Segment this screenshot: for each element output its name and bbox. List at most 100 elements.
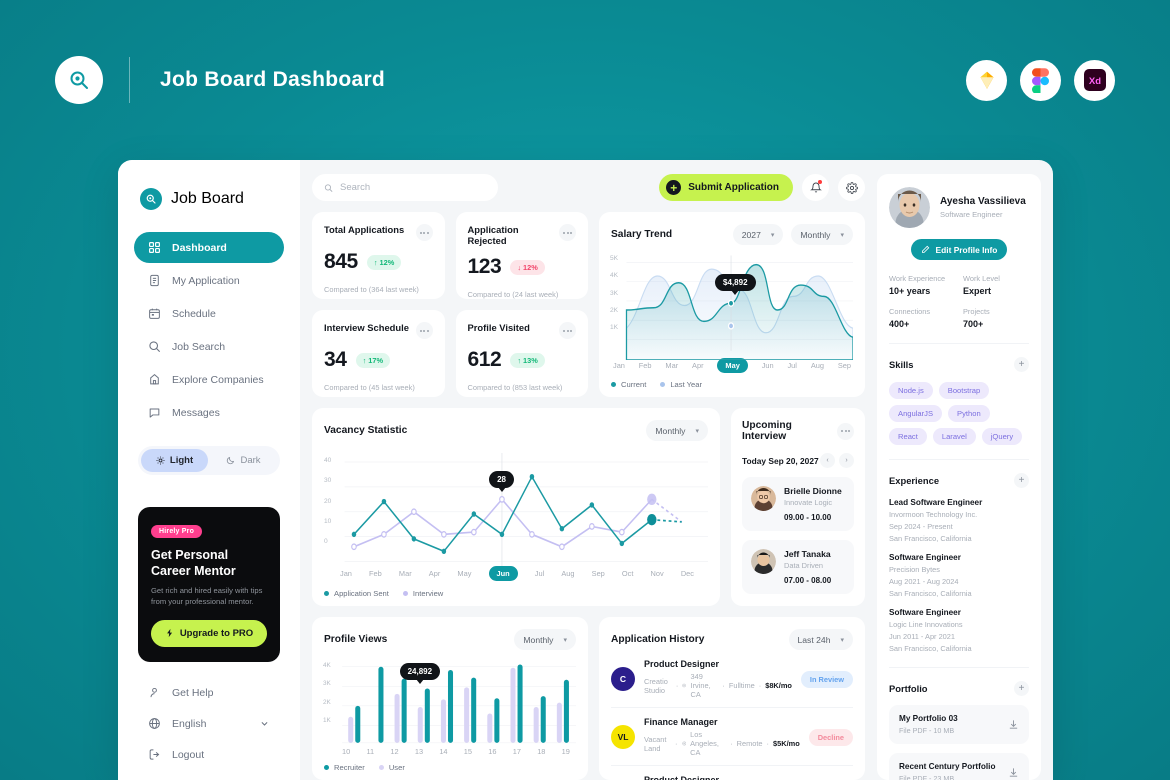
sidebar-item-job-search[interactable]: Job Search [134, 331, 284, 362]
stat-more-options-button[interactable] [559, 224, 576, 241]
salary-tooltip: $4,892 [715, 273, 756, 291]
profile-stat-projects: Projects 700+ [963, 307, 1029, 329]
application-history-row[interactable]: VL Finance Manager Vacant Land · Los Ang… [611, 708, 853, 766]
legend-item-user: User [378, 763, 405, 772]
application-history-row[interactable]: C Product Designer Creatio Studio · 349 … [611, 650, 853, 708]
theme-option-dark[interactable]: Dark [210, 449, 277, 472]
views-ytick: 3K [323, 680, 331, 688]
experience-role: Software Engineer [889, 608, 961, 617]
download-icon[interactable] [1008, 719, 1019, 730]
job-type: Remote [736, 739, 763, 748]
interview-time: 07.00 - 08.00 [784, 576, 832, 585]
profile-views-svg [342, 664, 576, 744]
skill-chip[interactable]: Laravel [932, 428, 976, 445]
skill-chip[interactable]: AngularJS [889, 405, 943, 422]
submit-application-button[interactable]: + Submit Application [659, 174, 793, 201]
x-tick: Oct [621, 569, 634, 578]
portfolio-meta: File PDF - 23 MB [899, 774, 955, 780]
meta-dot: · [675, 681, 679, 690]
status-badge: Decline [808, 728, 853, 746]
x-tick: Sep [837, 361, 851, 370]
sidebar-item-label: Get Help [172, 686, 214, 699]
x-tick-highlighted[interactable]: May [717, 358, 748, 373]
profile-views-period-select[interactable]: Monthly ▾ [514, 629, 576, 650]
next-day-button[interactable]: › [839, 453, 854, 468]
upcoming-more-options-button[interactable] [837, 422, 854, 440]
profile-stat-connections: Connections 400+ [889, 307, 955, 329]
sidebar-item-messages[interactable]: Messages [134, 397, 284, 428]
prev-day-button[interactable]: ‹ [820, 453, 835, 468]
sidebar-item-language[interactable]: English [134, 708, 284, 739]
stat-more-options-button[interactable] [415, 322, 433, 339]
figma-icon [1020, 59, 1061, 101]
salary-period-value: Monthly [800, 229, 831, 240]
portfolio-name: My Portfolio 03 [899, 714, 958, 723]
salary-ytick: 2K [610, 306, 619, 314]
x-tick: May [457, 569, 472, 578]
upgrade-to-pro-button[interactable]: Upgrade to PRO [151, 619, 267, 647]
salary-ytick: 4K [610, 272, 619, 280]
legend-label: Last Year [670, 380, 702, 389]
views-ytick: 2K [323, 698, 331, 706]
upcoming-date-row: Today Sep 20, 2027 ‹ › [742, 453, 854, 468]
stat-title: Application Rejected [467, 224, 519, 246]
edit-profile-info-button[interactable]: Edit Profile Info [911, 239, 1007, 260]
sidebar-item-logout[interactable]: Logout [134, 739, 284, 770]
add-experience-button[interactable]: + [1014, 473, 1029, 488]
vacancy-svg [344, 453, 708, 566]
skill-chip[interactable]: Node.js [889, 382, 933, 399]
download-icon[interactable] [1008, 767, 1019, 778]
x-tick: Jun [761, 361, 774, 370]
legend-swatch [402, 591, 408, 596]
arrow-up-icon: ↑ [373, 257, 378, 267]
sidebar-item-explore-companies[interactable]: Explore Companies [134, 364, 284, 395]
stat-delta-value: 12% [379, 257, 395, 267]
sidebar-item-dashboard[interactable]: Dashboard [134, 232, 284, 263]
sidebar-item-schedule[interactable]: Schedule [134, 298, 284, 329]
sidebar-item-get-help[interactable]: Get Help [134, 677, 284, 708]
legend-swatch [611, 382, 616, 387]
search-box[interactable] [312, 174, 498, 201]
x-tick: Sep [591, 569, 605, 578]
legend-swatch [378, 765, 384, 770]
application-history-row[interactable]: empo Product Designer Complex Studio · S… [611, 766, 853, 780]
vacancy-tooltip: 28 [489, 471, 515, 489]
interview-item[interactable]: Brielle Dionne Innovate Logic 09.00 - 10… [742, 477, 854, 531]
skill-chip[interactable]: Python [948, 405, 990, 422]
stat-delta-badge: ↓ 12% [510, 259, 545, 275]
skill-chip[interactable]: Bootstrap [938, 382, 990, 399]
skill-chip[interactable]: React [889, 428, 927, 445]
skill-chip[interactable]: jQuery [981, 428, 1023, 445]
add-portfolio-button[interactable]: + [1014, 681, 1029, 696]
experience-role: Software Engineer [889, 553, 961, 562]
search-input[interactable] [340, 182, 486, 193]
x-tick-highlighted[interactable]: Jun [488, 566, 518, 581]
stat-more-options-button[interactable] [559, 322, 576, 339]
location-pin-icon [681, 741, 686, 746]
salary-period-select[interactable]: Monthly ▾ [791, 224, 853, 245]
profile-views-card: Profile Views Monthly ▾ 4K 3K 2K 1K 24,8… [312, 617, 588, 780]
vacancy-title: Vacancy Statistic [324, 425, 408, 436]
application-history-filter-select[interactable]: Last 24h ▾ [788, 629, 853, 650]
legend-label: Application Sent [334, 589, 389, 598]
portfolio-item[interactable]: Recent Century Portfolio File PDF - 23 M… [889, 753, 1029, 780]
portfolio-item[interactable]: My Portfolio 03 File PDF - 10 MB [889, 705, 1029, 744]
legend-label: User [388, 763, 405, 772]
settings-button[interactable] [838, 174, 865, 201]
experience-role: Lead Software Engineer [889, 498, 983, 507]
application-history-filter-value: Last 24h [797, 634, 831, 645]
experience-company: Invormoon Technology Inc. [889, 510, 978, 519]
add-skill-button[interactable]: + [1014, 357, 1029, 372]
vacancy-period-select[interactable]: Monthly ▾ [646, 420, 708, 441]
sidebar-item-my-application[interactable]: My Application [134, 265, 284, 296]
sidebar-item-label: My Application [172, 274, 240, 287]
x-tick: Dec [680, 569, 694, 578]
notification-dot [818, 180, 822, 184]
stat-more-options-button[interactable] [415, 224, 433, 241]
theme-option-light[interactable]: Light [141, 449, 208, 472]
notification-bell-button[interactable] [802, 174, 829, 201]
interview-item[interactable]: Jeff Tanaka Data Driven 07.00 - 08.00 [742, 540, 854, 594]
theme-toggle[interactable]: Light Dark [138, 446, 280, 475]
job-meta: Creatio Studio · 349 Irvine, CA · Fullti… [644, 672, 792, 699]
salary-year-select[interactable]: 2027 ▾ [732, 224, 784, 245]
